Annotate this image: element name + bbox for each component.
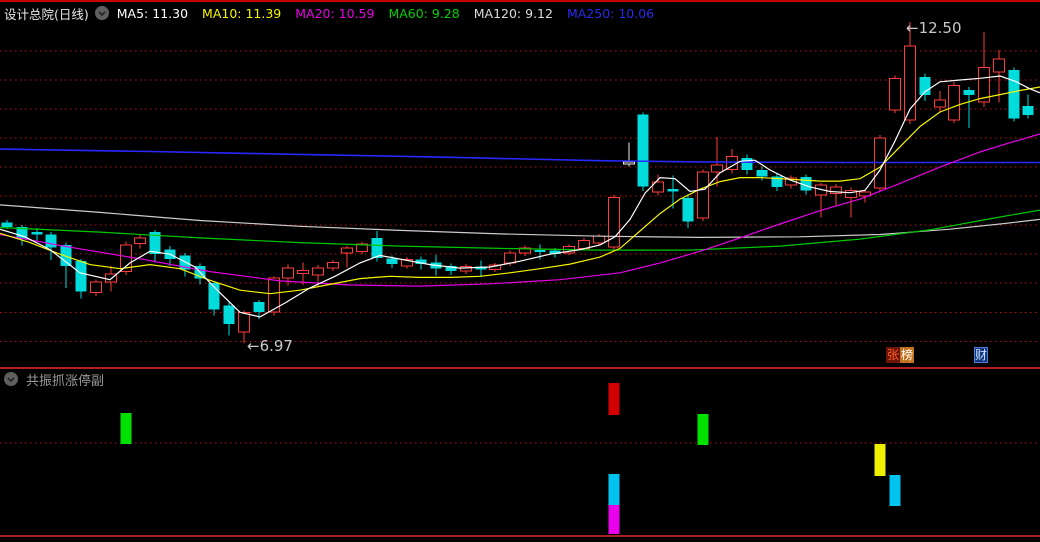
panel-separator-line bbox=[0, 367, 1040, 369]
candle-body bbox=[1008, 70, 1020, 119]
candle-body bbox=[711, 164, 723, 173]
price-annotation: ←6.97 bbox=[247, 337, 293, 355]
symbol-title: 设计总院(日线) bbox=[4, 6, 89, 22]
candle-body bbox=[934, 99, 946, 108]
signal-bar-cyan-signal-1[interactable] bbox=[608, 474, 620, 505]
candle-body bbox=[993, 58, 1005, 73]
stock-app-window: 设计总院(日线) MA5: 11.30 MA10: 11.39 MA20: 10… bbox=[0, 0, 1040, 542]
badge-cai[interactable]: 财 bbox=[974, 347, 988, 363]
candle[interactable] bbox=[830, 184, 842, 206]
candle-body bbox=[889, 77, 901, 111]
candle[interactable] bbox=[356, 242, 368, 255]
candle-body bbox=[667, 189, 679, 192]
signal-bar-cyan-signal-2[interactable] bbox=[889, 475, 901, 506]
ma20-readout: MA20: 10.59 bbox=[295, 5, 375, 21]
collapse-chevron-icon[interactable] bbox=[94, 6, 109, 20]
candle[interactable] bbox=[179, 253, 191, 277]
candle[interactable] bbox=[963, 87, 975, 129]
candle-body bbox=[90, 281, 102, 294]
signal-bar-green-signal-1[interactable] bbox=[120, 413, 132, 444]
candle-body bbox=[341, 247, 353, 254]
candle[interactable] bbox=[637, 112, 649, 191]
candle[interactable] bbox=[623, 142, 635, 167]
candle-body bbox=[948, 84, 960, 121]
candle-body bbox=[253, 301, 265, 313]
candle[interactable] bbox=[75, 258, 87, 299]
candle[interactable] bbox=[489, 262, 501, 273]
candle[interactable] bbox=[401, 257, 413, 269]
candle-body bbox=[637, 114, 649, 187]
candle-body bbox=[282, 267, 294, 279]
candle-body bbox=[45, 234, 57, 248]
candle[interactable] bbox=[889, 75, 901, 114]
candle[interactable] bbox=[223, 301, 235, 336]
candle-body bbox=[75, 261, 87, 292]
candle-body bbox=[460, 265, 472, 272]
candle[interactable] bbox=[282, 264, 294, 286]
signal-bar-red-signal[interactable] bbox=[608, 383, 620, 415]
candle-body bbox=[134, 237, 146, 245]
ma60-readout: MA60: 9.28 bbox=[388, 5, 460, 21]
candle-body bbox=[593, 235, 605, 244]
badge-bang[interactable]: 榜 bbox=[900, 347, 914, 363]
candle-body bbox=[327, 261, 339, 269]
signal-bar-yellow-signal[interactable] bbox=[874, 444, 886, 476]
signal-bar-green-signal-2[interactable] bbox=[697, 414, 709, 445]
candle[interactable] bbox=[697, 169, 709, 222]
candle[interactable] bbox=[948, 81, 960, 123]
chart-header: 设计总院(日线) MA5: 11.30 MA10: 11.39 MA20: 10… bbox=[4, 3, 1040, 23]
candle-body bbox=[1, 222, 13, 227]
candle-body bbox=[697, 171, 709, 219]
ma10-line bbox=[0, 86, 1040, 295]
candle[interactable] bbox=[1022, 94, 1034, 119]
candle-body bbox=[312, 267, 324, 276]
candle[interactable] bbox=[341, 246, 353, 268]
ma250-readout: MA250: 10.06 bbox=[566, 5, 655, 21]
candle[interactable] bbox=[771, 173, 783, 191]
bottom-border-line bbox=[0, 535, 1040, 537]
candle[interactable] bbox=[682, 194, 694, 229]
candle-body bbox=[297, 270, 309, 274]
candle-body bbox=[238, 311, 250, 333]
candle[interactable] bbox=[460, 264, 472, 274]
top-border-line bbox=[0, 0, 1040, 2]
candle[interactable] bbox=[1008, 67, 1020, 122]
candle-body bbox=[386, 258, 398, 265]
candle-body bbox=[741, 157, 753, 170]
candle-body bbox=[223, 305, 235, 324]
candle-body bbox=[623, 161, 635, 165]
candle[interactable] bbox=[608, 195, 620, 250]
candle-body bbox=[504, 252, 516, 264]
candle-body bbox=[534, 250, 546, 253]
candle[interactable] bbox=[978, 31, 990, 107]
ma5-readout: MA5: 11.30 bbox=[116, 5, 189, 21]
signal-bar-magenta-signal[interactable] bbox=[608, 505, 620, 534]
ma10-readout: MA10: 11.39 bbox=[202, 5, 282, 21]
candle[interactable] bbox=[741, 154, 753, 175]
candle-body bbox=[31, 232, 43, 235]
candle-body bbox=[682, 197, 694, 222]
price-annotation: ←12.50 bbox=[906, 22, 962, 37]
candle-body bbox=[1022, 106, 1034, 115]
candle[interactable] bbox=[90, 279, 102, 296]
candle[interactable] bbox=[445, 263, 457, 276]
signal-indicator-panel[interactable] bbox=[0, 378, 1040, 535]
candle[interactable] bbox=[45, 232, 57, 260]
candle[interactable] bbox=[327, 260, 339, 271]
badge-zhang[interactable]: 张 bbox=[886, 347, 900, 363]
candlestick-chart[interactable]: ←12.50 ←6.97 bbox=[0, 22, 1040, 368]
candle[interactable] bbox=[475, 260, 487, 277]
candle[interactable] bbox=[134, 234, 146, 249]
candle-body bbox=[963, 89, 975, 96]
candle[interactable] bbox=[194, 263, 206, 285]
ma120-readout: MA120: 9.12 bbox=[473, 5, 553, 21]
candle-body bbox=[756, 170, 768, 177]
